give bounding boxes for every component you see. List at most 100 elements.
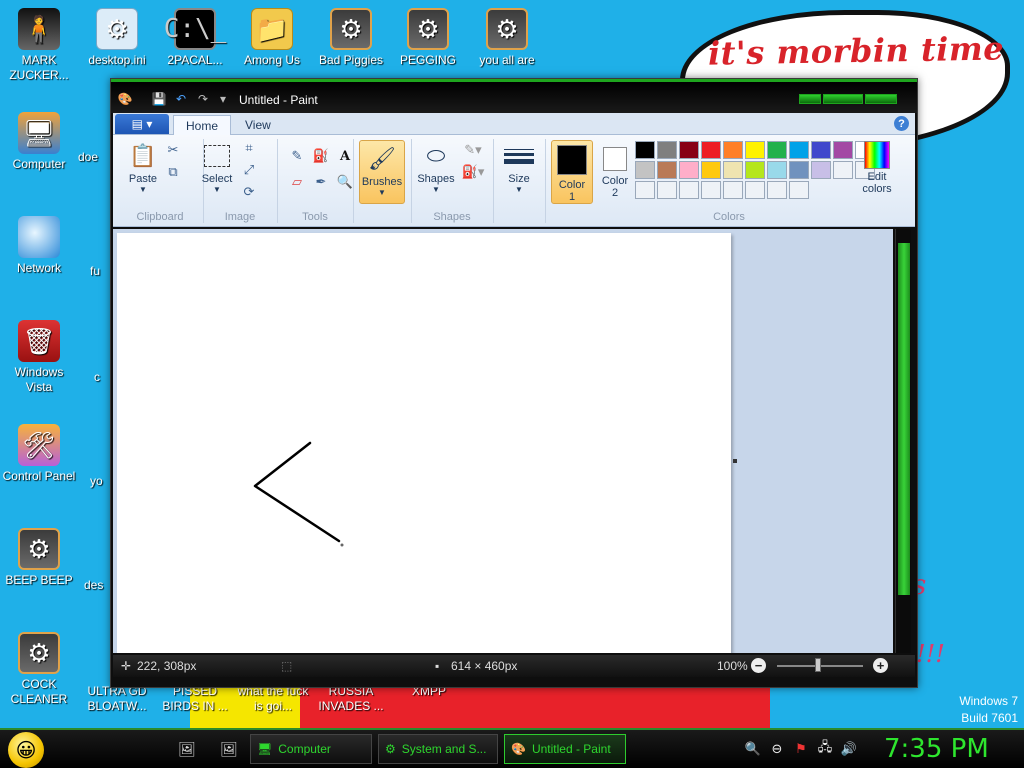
fill-bucket-icon[interactable]: ⛽ — [311, 147, 331, 165]
palette-swatch[interactable] — [833, 161, 853, 179]
cut-icon[interactable]: ✂ — [163, 141, 183, 159]
brushes-button[interactable]: 🖌 Brushes ▼ — [359, 140, 405, 204]
crop-icon[interactable]: ⌗ — [239, 139, 259, 157]
desktop-icon-partial[interactable]: des — [84, 578, 112, 593]
taskbar-button-paint[interactable]: 🎨 Untitled - Paint — [504, 734, 626, 764]
desktop-icon-pissed-birds[interactable]: PISSED BIRDS IN ... — [156, 684, 234, 714]
desktop-icon-windows-vista[interactable]: 🗑 Windows Vista — [0, 320, 78, 395]
save-icon[interactable]: 💾 — [151, 91, 167, 107]
palette-swatch[interactable] — [679, 141, 699, 159]
scrollbar-thumb[interactable] — [898, 243, 910, 595]
search-icon[interactable]: 🔍 — [744, 740, 762, 758]
palette-swatch[interactable] — [657, 161, 677, 179]
palette-swatch[interactable] — [701, 181, 721, 199]
palette-swatch[interactable] — [745, 161, 765, 179]
palette-swatch[interactable] — [679, 181, 699, 199]
rotate-icon[interactable]: ⟳ — [239, 183, 259, 201]
palette-swatch[interactable] — [745, 181, 765, 199]
palette-swatch[interactable] — [723, 161, 743, 179]
tab-home[interactable]: Home — [173, 115, 232, 136]
vertical-scrollbar[interactable] — [895, 229, 911, 653]
color2-button[interactable]: Color 2 — [595, 141, 635, 199]
help-icon[interactable]: ? — [894, 116, 909, 131]
quick-launch-icon[interactable]: 🖼 — [176, 738, 198, 760]
palette-swatch[interactable] — [767, 181, 787, 199]
palette-swatch[interactable] — [657, 141, 677, 159]
desktop-icon-russia[interactable]: RUSSIA INVADES ... — [312, 684, 390, 714]
drawing-canvas[interactable] — [117, 233, 731, 653]
color1-button[interactable]: Color 1 — [551, 140, 593, 204]
desktop-icon-partial[interactable]: fu — [90, 264, 112, 279]
pencil-icon[interactable]: ✎ — [287, 147, 307, 165]
palette-swatch[interactable] — [767, 141, 787, 159]
palette-swatch[interactable] — [789, 141, 809, 159]
title-bar[interactable]: 🎨 💾 ↶ ↷ ▾ Untitled - Paint — [111, 79, 917, 113]
quick-access-dropdown-icon[interactable]: ▾ — [215, 91, 231, 107]
desktop-icon-mark-zucker[interactable]: 🧍 MARK ZUCKER... — [0, 8, 78, 83]
palette-swatch[interactable] — [657, 181, 677, 199]
palette-swatch[interactable] — [701, 141, 721, 159]
palette-swatch[interactable] — [811, 141, 831, 159]
fill-dropdown-icon[interactable]: ⛽▾ — [459, 163, 487, 181]
taskbar-button-computer[interactable]: 🖥 Computer — [250, 734, 372, 764]
magnifier-icon[interactable]: 🔍 — [335, 173, 355, 191]
canvas-resize-handle[interactable] — [733, 459, 737, 463]
desktop-icon-network[interactable]: Network — [0, 216, 78, 276]
desktop-icon-among-us[interactable]: 📁 Among Us — [233, 8, 311, 68]
size-button[interactable]: Size ▼ — [499, 141, 539, 194]
zoom-in-button[interactable]: + — [873, 658, 888, 673]
desktop-icon-cock-cleaner[interactable]: ⚙ COCK CLEANER — [0, 632, 78, 707]
copy-icon[interactable]: ⧉ — [163, 163, 183, 181]
text-tool-icon[interactable]: A — [335, 147, 355, 165]
start-button[interactable]: 😀 — [8, 732, 44, 768]
palette-swatch[interactable] — [767, 161, 787, 179]
paint-app-icon[interactable]: 🎨 — [117, 91, 133, 107]
paint-menu-button[interactable]: ▤ ▾ — [115, 114, 169, 134]
desktop-icon-partial[interactable]: doe — [78, 150, 112, 165]
color-picker-icon[interactable]: ✒ — [311, 173, 331, 191]
maximize-button[interactable] — [823, 94, 863, 104]
desktop-icon-you-all-are[interactable]: ⚙ you all are — [468, 8, 546, 68]
shapes-button[interactable]: ⬭ Shapes ▼ — [415, 141, 457, 194]
desktop-icon-desktop-ini[interactable]: ⚙ desktop.ini — [78, 8, 156, 68]
palette-swatch[interactable] — [789, 181, 809, 199]
palette-swatch[interactable] — [635, 181, 655, 199]
clock[interactable]: 7:35 PM — [884, 734, 989, 764]
desktop-icon-ultra-gd[interactable]: ULTRA GD BLOATW... — [78, 684, 156, 714]
close-button[interactable] — [865, 94, 897, 104]
palette-swatch[interactable] — [745, 141, 765, 159]
desktop-icon-pegging[interactable]: ⚙ PEGGING — [389, 8, 467, 68]
desktop-icon-control-panel[interactable]: 🛠 Control Panel — [0, 424, 78, 484]
palette-swatch[interactable] — [679, 161, 699, 179]
palette-swatch[interactable] — [701, 161, 721, 179]
palette-swatch[interactable] — [635, 161, 655, 179]
undo-icon[interactable]: ↶ — [173, 91, 189, 107]
tab-view[interactable]: View — [233, 115, 283, 136]
palette-swatch[interactable] — [723, 181, 743, 199]
palette-swatch[interactable] — [789, 161, 809, 179]
desktop-icon-what-the[interactable]: what the fuck is goi... — [234, 684, 312, 714]
volume-icon[interactable]: 🔊 — [840, 740, 858, 758]
zoom-slider-thumb[interactable] — [815, 658, 821, 672]
quick-launch-icon[interactable]: 🖼 — [218, 738, 240, 760]
edit-colors-button[interactable]: Edit colors — [857, 141, 897, 195]
desktop-icon-beep-beep[interactable]: ⚙ BEEP BEEP — [0, 528, 78, 588]
palette-swatch[interactable] — [723, 141, 743, 159]
eraser-icon[interactable]: ▱ — [287, 173, 307, 191]
zoom-out-button[interactable]: − — [751, 658, 766, 673]
redo-icon[interactable]: ↷ — [195, 91, 211, 107]
desktop-icon-2pacal[interactable]: C:\_ 2PACAL... — [156, 8, 234, 68]
palette-swatch[interactable] — [833, 141, 853, 159]
paste-button[interactable]: 📋 Paste ▼ — [121, 141, 165, 194]
select-button[interactable]: Select ▼ — [197, 141, 237, 194]
action-center-flag-icon[interactable]: ⚑ — [792, 740, 810, 758]
taskbar-button-system[interactable]: ⚙ System and S... — [378, 734, 498, 764]
desktop-icon-partial[interactable]: yo — [90, 474, 112, 489]
minus-circle-icon[interactable]: ⊖ — [768, 740, 786, 758]
outline-dropdown-icon[interactable]: ✎▾ — [459, 141, 487, 159]
desktop-icon-computer[interactable]: 🖥 Computer — [0, 112, 78, 172]
minimize-button[interactable] — [799, 94, 821, 104]
resize-icon[interactable]: ⤢ — [239, 161, 259, 179]
palette-swatch[interactable] — [811, 161, 831, 179]
palette-swatch[interactable] — [635, 141, 655, 159]
